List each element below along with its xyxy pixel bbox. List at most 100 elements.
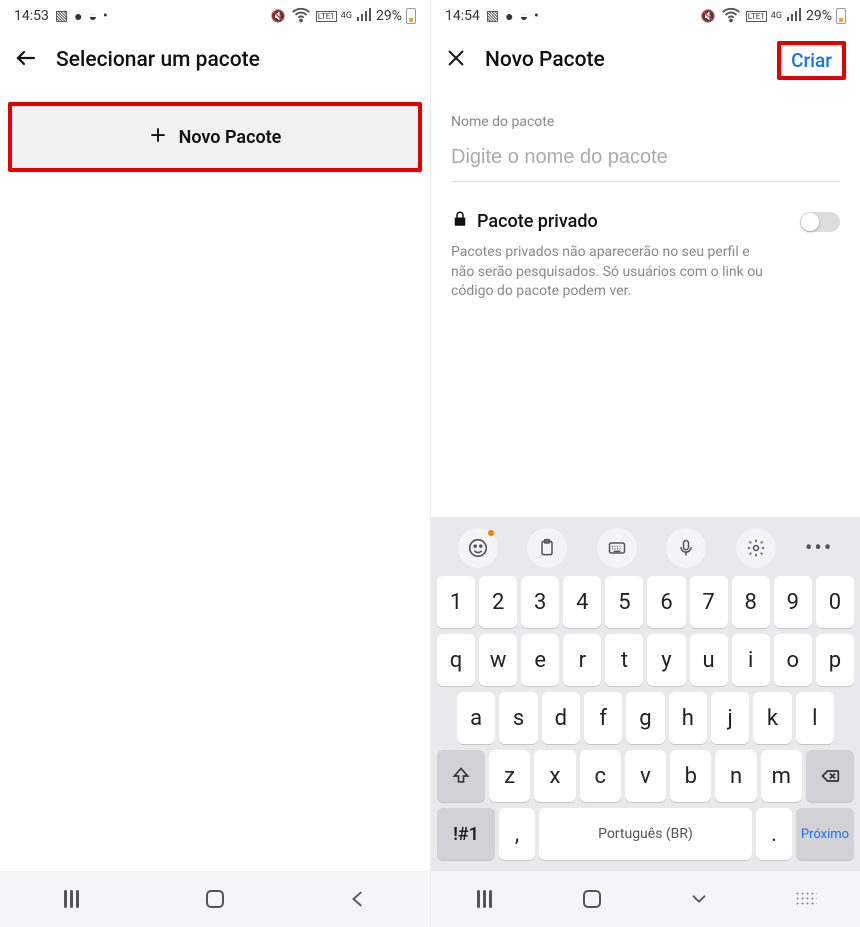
- key-q[interactable]: q: [437, 634, 475, 686]
- nav-hide-keyboard-icon[interactable]: [688, 888, 710, 910]
- screen-select-package: 14:53 ▧ ● ◒ • 🔇 LTE1 4G 29% Selecionar u…: [0, 0, 430, 927]
- dot-key[interactable]: .: [756, 808, 792, 860]
- key-7[interactable]: 7: [690, 576, 728, 628]
- key-g[interactable]: g: [626, 692, 664, 744]
- form: Nome do pacote Pacote privado Pacotes pr…: [431, 88, 860, 302]
- keyboard-row-bottom: !#1 , Português (BR) . Próximo: [435, 805, 856, 863]
- key-j[interactable]: j: [711, 692, 749, 744]
- more-icon: •: [534, 8, 539, 24]
- nav-home-icon[interactable]: [204, 888, 226, 910]
- key-3[interactable]: 3: [521, 576, 559, 628]
- cloud-icon: ◒: [89, 8, 97, 25]
- key-f[interactable]: f: [584, 692, 622, 744]
- keyboard-row-1: qwertyuiop: [435, 631, 856, 689]
- mic-icon[interactable]: [666, 528, 706, 568]
- signal-icon: [356, 8, 372, 25]
- plus-icon: [149, 126, 167, 149]
- create-button[interactable]: Criar: [777, 41, 846, 80]
- private-description: Pacotes privados não aparecerão no seu p…: [451, 243, 771, 302]
- key-s[interactable]: s: [499, 692, 537, 744]
- signal-icon: [786, 8, 802, 25]
- name-field-label: Nome do pacote: [451, 114, 840, 130]
- key-v[interactable]: v: [625, 750, 666, 802]
- key-r[interactable]: r: [563, 634, 601, 686]
- page-title: Selecionar um pacote: [56, 48, 260, 72]
- keyboard-row-num: 1234567890: [435, 573, 856, 631]
- keyboard-more-icon[interactable]: •••: [805, 536, 833, 561]
- key-0[interactable]: 0: [816, 576, 854, 628]
- next-key[interactable]: Próximo: [796, 808, 854, 860]
- key-8[interactable]: 8: [732, 576, 770, 628]
- status-bar: 14:54 ▧ ● ◒ • 🔇 LTE1 4G 29%: [431, 0, 860, 32]
- nav-bar: [431, 871, 860, 927]
- key-1[interactable]: 1: [437, 576, 475, 628]
- nav-back-icon[interactable]: [347, 888, 369, 910]
- key-e[interactable]: e: [521, 634, 559, 686]
- key-n[interactable]: n: [715, 750, 756, 802]
- page-title: Novo Pacote: [485, 48, 605, 72]
- nav-bar: [0, 871, 430, 927]
- status-time: 14:53: [14, 8, 49, 24]
- package-name-input[interactable]: [451, 140, 840, 182]
- clipboard-icon[interactable]: [527, 528, 567, 568]
- key-6[interactable]: 6: [647, 576, 685, 628]
- keyboard-layout-icon[interactable]: [597, 528, 637, 568]
- screen-new-package: 14:54 ▧ ● ◒ • 🔇 LTE1 4G 29% Novo Pacote …: [430, 0, 860, 927]
- keyboard: ••• 1234567890 qwertyuiop asdfghjkl zxcv…: [431, 517, 860, 871]
- key-h[interactable]: h: [669, 692, 707, 744]
- symbols-key[interactable]: !#1: [437, 808, 495, 860]
- battery-icon: [406, 8, 416, 24]
- battery-icon: [836, 8, 846, 24]
- key-9[interactable]: 9: [774, 576, 812, 628]
- network-indicator: 4G: [771, 11, 782, 21]
- battery-percent: 29%: [376, 8, 402, 24]
- gallery-icon: ▧: [55, 8, 68, 24]
- back-icon[interactable]: [14, 46, 38, 74]
- private-toggle[interactable]: [800, 212, 840, 232]
- gallery-icon: ▧: [486, 8, 499, 24]
- network-indicator: 4G: [341, 11, 352, 21]
- key-4[interactable]: 4: [563, 576, 601, 628]
- key-2[interactable]: 2: [479, 576, 517, 628]
- key-c[interactable]: c: [580, 750, 621, 802]
- key-k[interactable]: k: [753, 692, 791, 744]
- key-w[interactable]: w: [479, 634, 517, 686]
- cloud-icon: ◒: [520, 8, 528, 25]
- comma-key[interactable]: ,: [499, 808, 535, 860]
- mute-icon: 🔇: [701, 9, 716, 23]
- shift-key[interactable]: [437, 750, 485, 802]
- emoji-icon[interactable]: [458, 528, 498, 568]
- key-d[interactable]: d: [542, 692, 580, 744]
- key-b[interactable]: b: [670, 750, 711, 802]
- key-p[interactable]: p: [816, 634, 854, 686]
- key-a[interactable]: a: [457, 692, 495, 744]
- key-z[interactable]: z: [489, 750, 530, 802]
- new-package-button[interactable]: Novo Pacote: [8, 102, 422, 172]
- key-o[interactable]: o: [774, 634, 812, 686]
- keyboard-row-3: zxcvbnm: [435, 747, 856, 805]
- app-header: Selecionar um pacote: [0, 32, 430, 88]
- key-y[interactable]: y: [647, 634, 685, 686]
- key-i[interactable]: i: [732, 634, 770, 686]
- gear-icon[interactable]: [736, 528, 776, 568]
- key-5[interactable]: 5: [605, 576, 643, 628]
- nav-home-icon[interactable]: [581, 888, 603, 910]
- key-x[interactable]: x: [534, 750, 575, 802]
- space-key[interactable]: Português (BR): [539, 808, 752, 860]
- battery-percent: 29%: [806, 8, 832, 24]
- more-icon: •: [103, 8, 108, 24]
- backspace-key[interactable]: [806, 750, 854, 802]
- nav-keyboard-icon[interactable]: [795, 888, 817, 910]
- mute-icon: 🔇: [271, 9, 286, 23]
- key-t[interactable]: t: [605, 634, 643, 686]
- keyboard-toolbar: •••: [435, 523, 856, 573]
- key-u[interactable]: u: [690, 634, 728, 686]
- private-label: Pacote privado: [477, 211, 598, 232]
- key-l[interactable]: l: [796, 692, 834, 744]
- nav-recent-icon[interactable]: [474, 888, 496, 910]
- close-icon[interactable]: [445, 47, 467, 73]
- new-package-label: Novo Pacote: [179, 127, 282, 148]
- nav-recent-icon[interactable]: [61, 888, 83, 910]
- status-time: 14:54: [445, 8, 480, 24]
- key-m[interactable]: m: [761, 750, 802, 802]
